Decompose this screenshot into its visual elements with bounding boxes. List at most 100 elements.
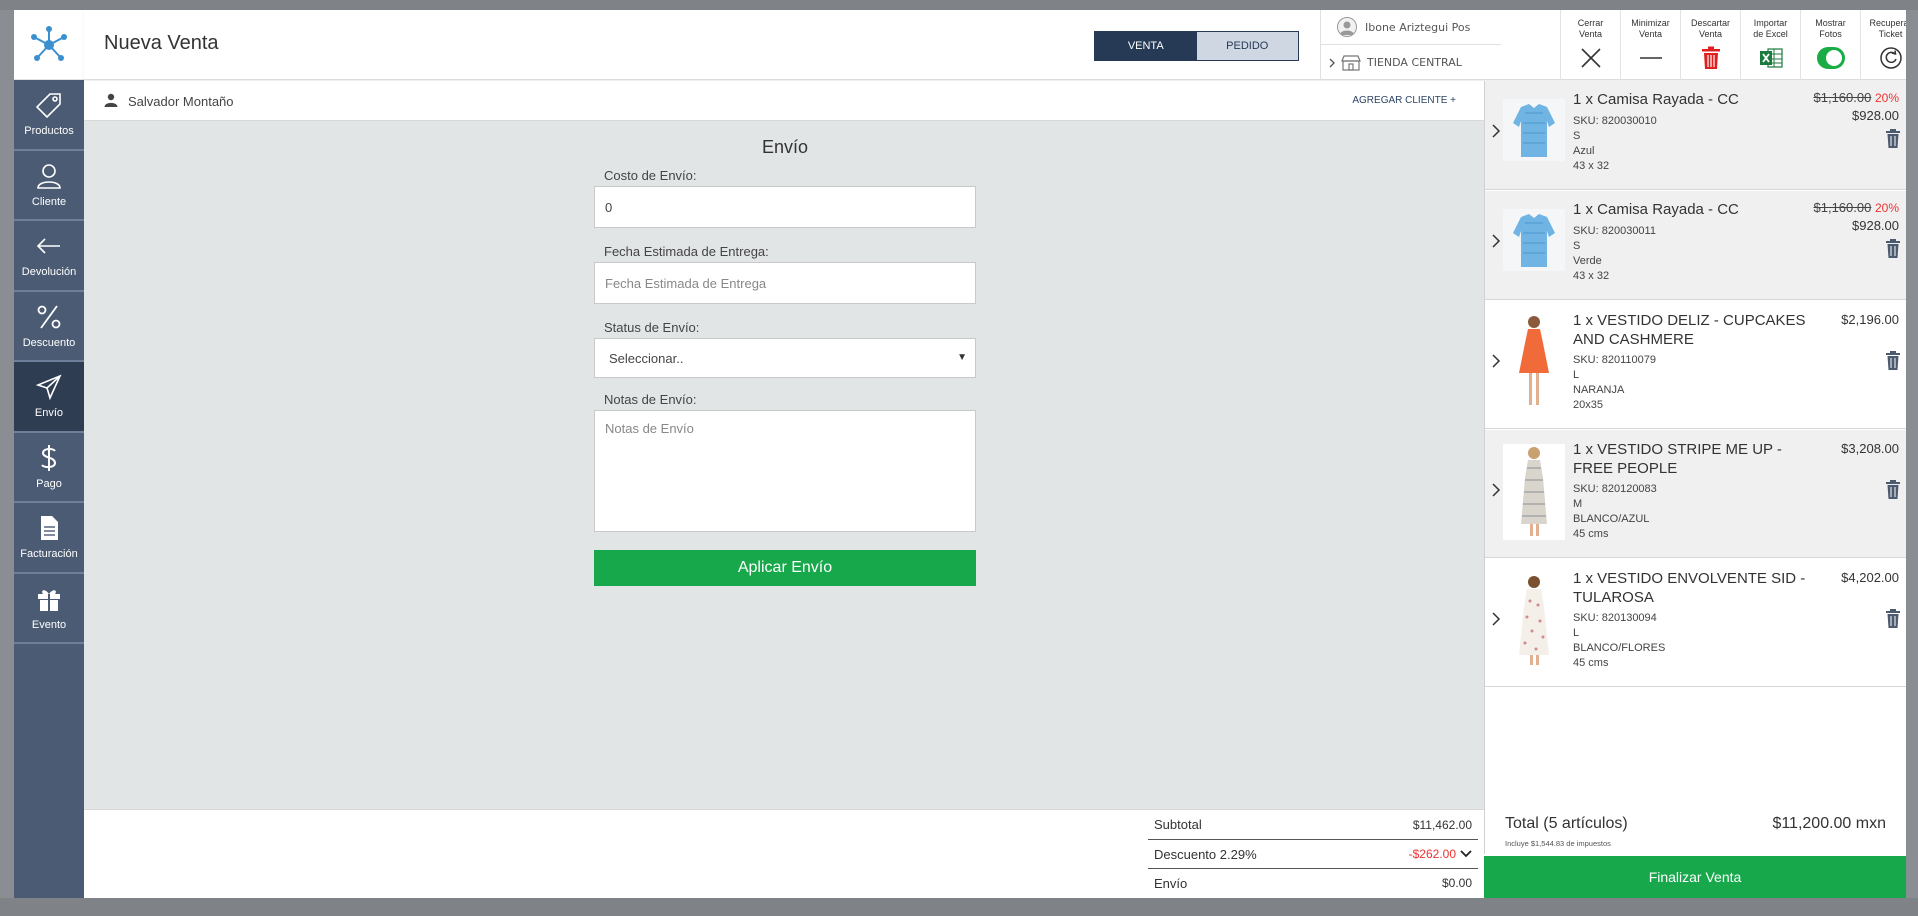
sidebar-item-pago[interactable]: Pago <box>14 433 84 503</box>
cart-item-old-price: $1,160.00 <box>1813 200 1872 215</box>
chevron-right-icon[interactable] <box>1491 233 1501 249</box>
sidebar-item-descuento[interactable]: Descuento <box>14 292 84 362</box>
product-thumbnail <box>1503 313 1565 413</box>
cart-item-size: L <box>1573 369 1580 381</box>
chevron-right-icon[interactable] <box>1491 123 1501 139</box>
sidebar-item-envio[interactable]: Envío <box>14 362 84 433</box>
subtotal-label: Subtotal <box>1154 817 1202 832</box>
shirt-image <box>1503 99 1565 161</box>
user-name: Ibone Ariztegui Pos <box>1365 20 1471 34</box>
discount-row[interactable]: Descuento 2.29% -$262.00 <box>1148 839 1478 868</box>
cart-item-old-price: $1,160.00 <box>1813 90 1872 105</box>
cart-item-price-block: $2,196.00 <box>1841 311 1899 328</box>
gift-icon <box>38 589 60 611</box>
apply-shipping-button[interactable]: Aplicar Envío <box>594 550 976 586</box>
toggle-switch[interactable] <box>1816 47 1845 69</box>
discard-sale-button[interactable]: Descartar Venta <box>1680 10 1740 80</box>
cart-item-title: 1 x VESTIDO DELIZ - CUPCAKES AND CASHMER… <box>1573 312 1806 348</box>
close-sale-button[interactable]: Cerrar Venta <box>1560 10 1620 80</box>
refresh-icon <box>1879 47 1902 69</box>
customer-bar: Salvador Montaño AGREGAR CLIENTE + <box>84 81 1484 121</box>
dress-image <box>1503 573 1565 669</box>
sidebar: Productos Cliente Devolución Descuento E… <box>14 10 84 898</box>
minus-icon <box>1639 57 1662 59</box>
sidebar-item-label: Facturación <box>20 548 78 561</box>
shipping-status-value: Seleccionar.. <box>609 350 684 366</box>
network-logo-icon <box>31 25 67 61</box>
chevron-right-icon[interactable] <box>1491 353 1501 369</box>
sidebar-item-devolucion[interactable]: Devolución <box>14 221 84 292</box>
chevron-right-icon[interactable] <box>1491 611 1501 627</box>
trash-icon[interactable] <box>1885 480 1901 500</box>
cart-item-price-block: $4,202.00 <box>1841 569 1899 586</box>
add-customer-link[interactable]: AGREGAR CLIENTE + <box>1352 95 1456 106</box>
minimize-sale-button[interactable]: Minimizar Venta <box>1620 10 1680 80</box>
chevron-down-icon[interactable] <box>1460 849 1472 859</box>
sidebar-item-label: Envío <box>34 407 64 420</box>
store-row[interactable]: TIENDA CENTRAL <box>1321 45 1501 80</box>
recover-ticket-button[interactable]: Recuperar Ticket <box>1860 10 1906 80</box>
tag-icon <box>35 93 61 119</box>
cart-item-dims: 20x35 <box>1573 399 1603 411</box>
mode-order-button[interactable]: PEDIDO <box>1196 32 1298 60</box>
delivery-date-input[interactable] <box>594 262 976 304</box>
tool-label: Mostrar Fotos <box>1815 18 1846 39</box>
tool-label: Recuperar Ticket <box>1869 18 1906 39</box>
sidebar-item-label: Productos <box>24 125 74 138</box>
cart-item-details: SKU: 820110079 L NARANJA 20x35 <box>1573 353 1656 413</box>
cart-tax-note: Incluye $1,544.83 de impuestos <box>1505 839 1611 848</box>
app-logo[interactable] <box>14 10 84 80</box>
cart-item-color: Azul <box>1573 145 1595 157</box>
cart-item-price-block: $1,160.00 20% $928.00 <box>1814 89 1900 124</box>
finalize-sale-button[interactable]: Finalizar Venta <box>1484 856 1906 898</box>
pos-window: Productos Cliente Devolución Descuento E… <box>14 10 1906 898</box>
tool-label: Minimizar Venta <box>1631 18 1670 39</box>
cart-item[interactable]: 1 x Camisa Rayada - CC SKU: 820030011 S … <box>1485 191 1906 300</box>
cart-item-color: Verde <box>1573 255 1602 267</box>
shipping-form: Envío Costo de Envío: Fecha Estimada de … <box>594 121 976 586</box>
sidebar-item-facturacion[interactable]: Facturación <box>14 503 84 574</box>
cart-item[interactable]: 1 x VESTIDO ENVOLVENTE SID - TULAROSA SK… <box>1485 559 1906 687</box>
cart-item[interactable]: 1 x Camisa Rayada - CC SKU: 820030010 S … <box>1485 81 1906 190</box>
mode-sale-button[interactable]: VENTA <box>1095 32 1197 60</box>
sidebar-item-cliente[interactable]: Cliente <box>14 151 84 221</box>
shipping-cost-label: Costo de Envío: <box>604 168 697 183</box>
trash-icon[interactable] <box>1885 129 1901 149</box>
customer-name: Salvador Montaño <box>128 94 234 109</box>
shipping-notes-textarea[interactable] <box>594 410 976 532</box>
cart-panel: 1 x Camisa Rayada - CC SKU: 820030010 S … <box>1484 81 1906 809</box>
trash-icon[interactable] <box>1885 609 1901 629</box>
cart-item-details: SKU: 820030011 S Verde 43 x 32 <box>1573 224 1656 284</box>
backdrop-top <box>0 0 1918 10</box>
cart-item-details: SKU: 820130094 L BLANCO/FLORES 45 cms <box>1573 611 1665 671</box>
sidebar-item-evento[interactable]: Evento <box>14 574 84 644</box>
cart-item-color: BLANCO/AZUL <box>1573 513 1650 525</box>
cart-item[interactable]: 1 x VESTIDO STRIPE ME UP - FREE PEOPLE S… <box>1485 430 1906 558</box>
import-excel-button[interactable]: Importar de Excel <box>1740 10 1800 80</box>
shipping-cost-input[interactable] <box>594 186 976 228</box>
chevron-right-icon[interactable] <box>1491 482 1501 498</box>
user-row[interactable]: Ibone Ariztegui Pos <box>1321 10 1501 45</box>
cart-item-discount: 20% <box>1874 91 1899 105</box>
shirt-image <box>1503 209 1565 271</box>
cart-item-price: $928.00 <box>1852 108 1899 123</box>
discount-value: -$262.00 <box>1408 847 1456 861</box>
sidebar-item-productos[interactable]: Productos <box>14 80 84 151</box>
user-store-panel: Ibone Ariztegui Pos TIENDA CENTRAL <box>1320 10 1501 80</box>
store-icon <box>1341 54 1361 71</box>
cart-item-dims: 45 cms <box>1573 657 1609 669</box>
chevron-right-icon <box>1329 58 1335 67</box>
product-thumbnail <box>1503 444 1565 540</box>
trash-icon[interactable] <box>1885 351 1901 371</box>
show-photos-toggle[interactable]: Mostrar Fotos <box>1800 10 1860 80</box>
shipping-total-label: Envío <box>1154 875 1188 891</box>
trash-icon[interactable] <box>1885 239 1901 259</box>
dollar-icon <box>41 444 57 471</box>
cart-item-title: 1 x VESTIDO ENVOLVENTE SID - TULAROSA <box>1573 570 1806 606</box>
shipping-status-select[interactable]: Seleccionar.. ▼ <box>594 338 976 378</box>
user-icon <box>37 163 61 189</box>
cart-item-price: $2,196.00 <box>1841 312 1899 327</box>
cart-item[interactable]: 1 x VESTIDO DELIZ - CUPCAKES AND CASHMER… <box>1485 301 1906 429</box>
shipping-notes-label: Notas de Envío: <box>604 392 697 407</box>
cart-item-sku: SKU: 820110079 <box>1573 354 1656 366</box>
